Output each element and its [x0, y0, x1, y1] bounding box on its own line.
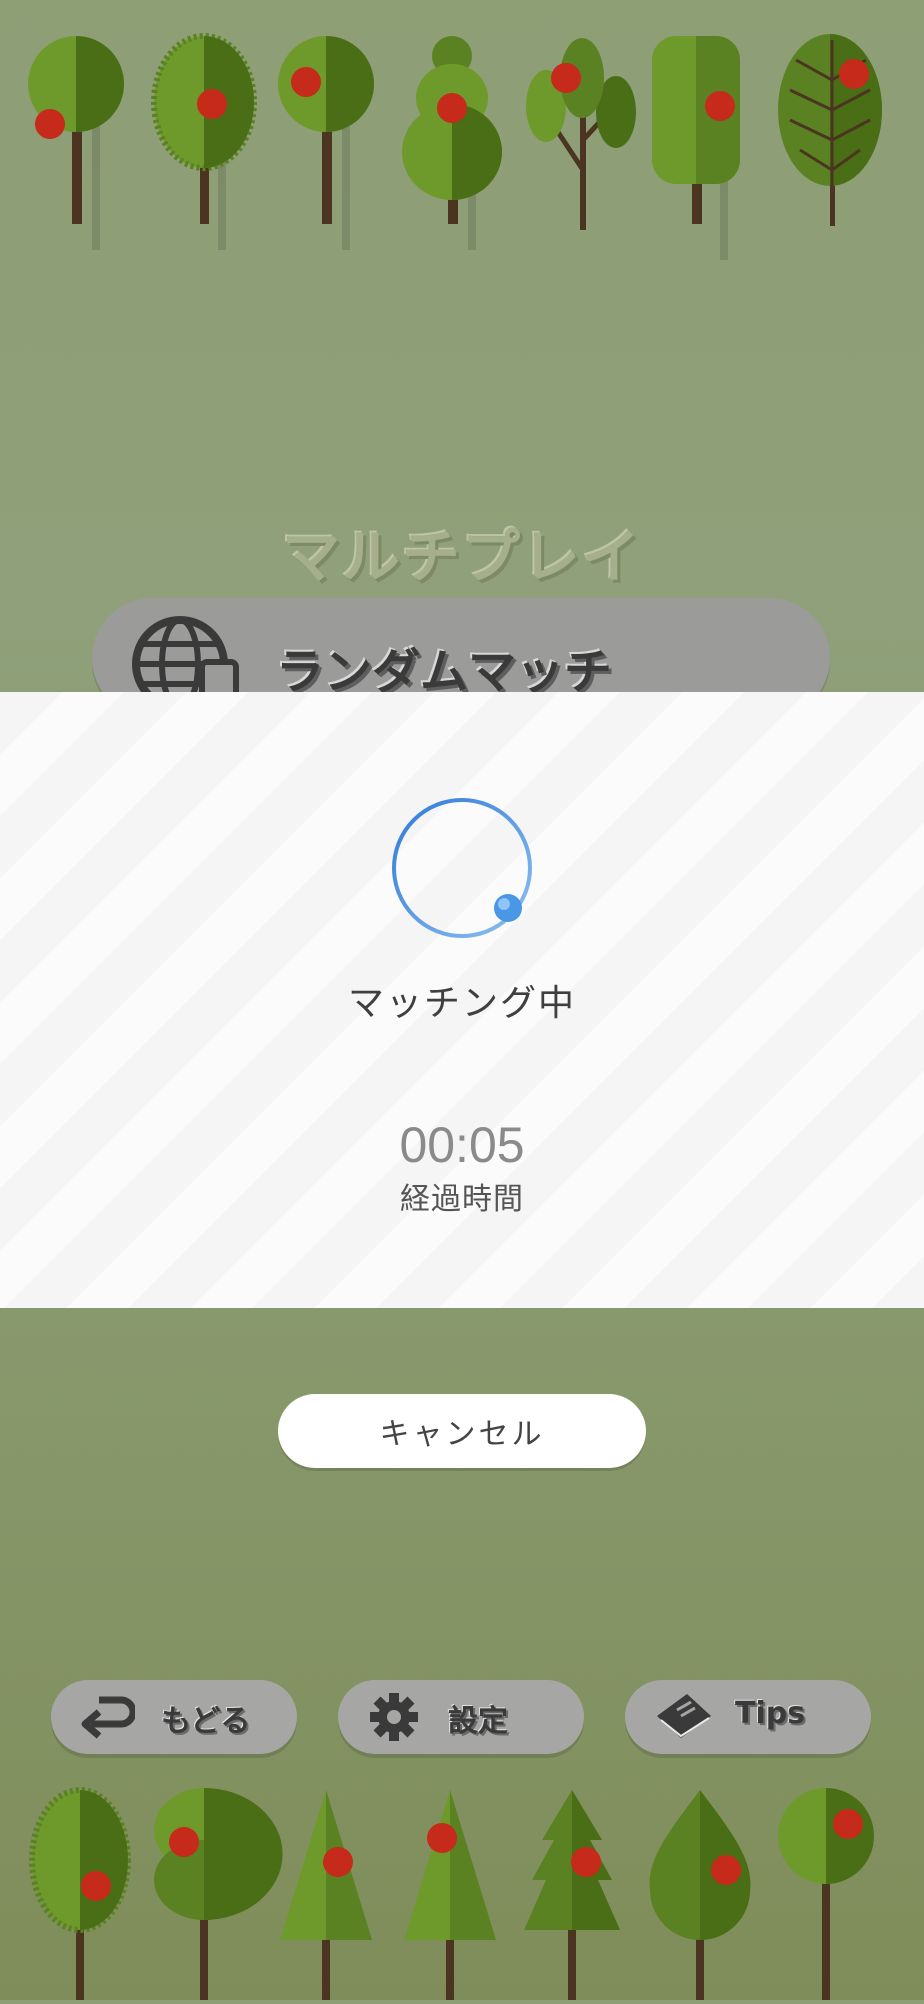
- tree-row-top: [0, 20, 924, 280]
- settings-button[interactable]: 設定: [338, 1680, 584, 1754]
- tree-icon: [151, 33, 257, 250]
- tree-icon: [280, 1790, 372, 2000]
- tree-decoration-top: [28, 33, 882, 260]
- tips-button[interactable]: Tips: [625, 1680, 871, 1754]
- tree-icon: [402, 36, 502, 250]
- loading-spinner-icon: [392, 798, 532, 938]
- back-button[interactable]: もどる: [51, 1680, 297, 1754]
- gear-icon: [370, 1693, 418, 1741]
- tree-icon: [154, 1788, 283, 2000]
- tree-icon: [526, 38, 636, 230]
- tree-icon: [524, 1790, 620, 2000]
- elapsed-time: 00:05: [399, 1117, 525, 1173]
- elapsed-time-label: 経過時間: [400, 1182, 524, 1217]
- matching-dialog: マッチング中 00:05 経過時間: [0, 692, 924, 1308]
- screen-title: マルチプレイ: [281, 523, 642, 591]
- tree-row-bottom: [0, 1780, 924, 2000]
- tree-icon: [778, 34, 882, 226]
- return-arrow-icon: [81, 1696, 135, 1739]
- tree-icon: [278, 36, 374, 250]
- book-icon: [657, 1694, 711, 1738]
- tree-decoration-bottom: [29, 1787, 874, 2000]
- tree-icon: [778, 1788, 874, 2000]
- matching-status: マッチング中: [347, 983, 576, 1024]
- settings-label: 設定: [448, 1704, 508, 1739]
- tips-label: Tips: [735, 1696, 806, 1731]
- tree-icon: [649, 1790, 751, 2000]
- cancel-button[interactable]: キャンセル: [278, 1394, 646, 1468]
- tree-icon: [28, 36, 124, 250]
- tree-icon: [652, 36, 740, 260]
- tree-icon: [404, 1790, 496, 2000]
- tree-icon: [29, 1787, 131, 2000]
- back-label: もどる: [161, 1704, 251, 1739]
